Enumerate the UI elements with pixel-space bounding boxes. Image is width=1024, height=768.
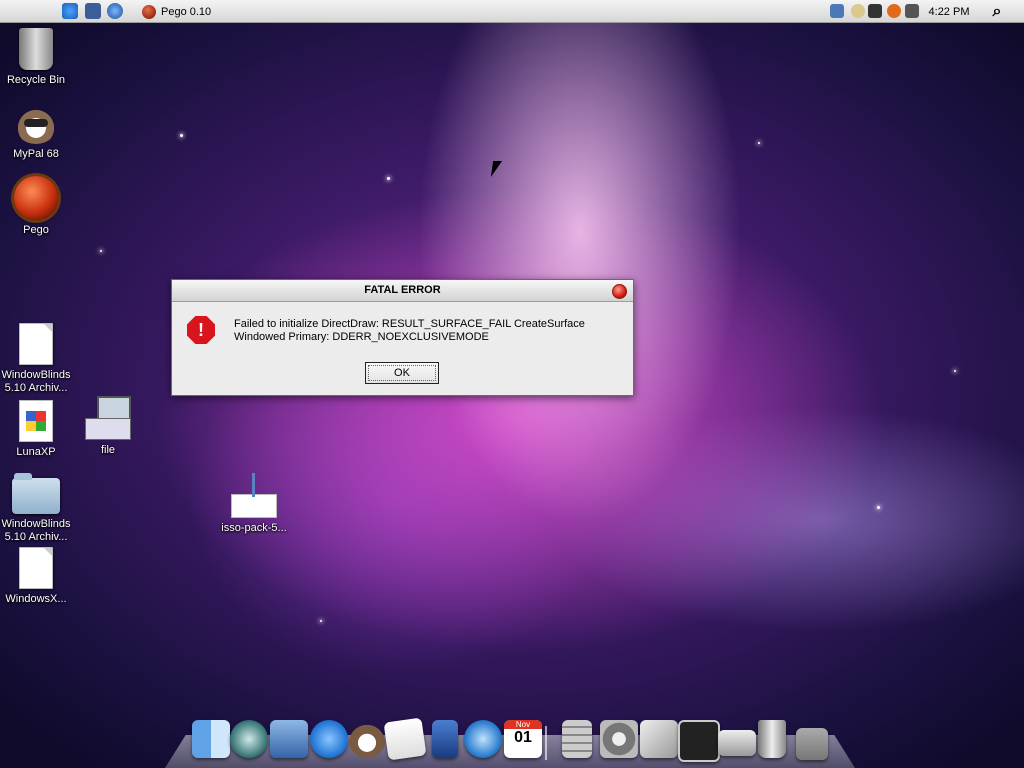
- star: [100, 250, 102, 252]
- fatal-error-dialog: FATAL ERROR ! Failed to initialize Direc…: [171, 279, 634, 396]
- calendar-day: 01: [514, 729, 532, 746]
- close-icon[interactable]: [612, 284, 627, 299]
- star: [758, 142, 760, 144]
- desktop-icon-recycle-bin[interactable]: Recycle Bin: [0, 28, 72, 87]
- desktop-icon-label: LunaXP: [16, 446, 56, 458]
- star: [877, 506, 880, 509]
- magnifier-tool-icon[interactable]: [887, 4, 901, 18]
- utilities-icon[interactable]: [640, 720, 678, 758]
- star: [387, 177, 390, 180]
- time-machine-icon[interactable]: [230, 720, 268, 758]
- desktop-icon-lunaxp[interactable]: LunaXP: [0, 400, 72, 459]
- spotlight-search-icon[interactable]: ⌕: [988, 3, 1006, 20]
- mouse-cursor-icon: [490, 161, 503, 177]
- internet-explorer-icon[interactable]: [62, 3, 78, 19]
- desktop-icon-mypal[interactable]: MyPal 68: [0, 104, 72, 161]
- show-desktop-icon[interactable]: [85, 3, 101, 19]
- active-app-label: Pego 0.10: [161, 5, 212, 18]
- apple-icon[interactable]: [20, 3, 38, 20]
- luna-image-icon: [19, 400, 53, 442]
- desktop-icon-label: Recycle Bin: [6, 74, 66, 86]
- system-preferences-icon[interactable]: [600, 720, 638, 758]
- star: [320, 620, 322, 622]
- dialog-message: Failed to initialize DirectDraw: RESULT_…: [234, 318, 585, 343]
- raccoon-icon: [14, 104, 58, 144]
- document-icon: [19, 323, 53, 365]
- film-strip-icon[interactable]: [432, 720, 458, 758]
- recycle-bin-icon: [19, 28, 53, 70]
- calculator-icon[interactable]: [562, 720, 592, 758]
- finder-icon[interactable]: [192, 720, 230, 758]
- quicktime-icon[interactable]: [464, 720, 502, 758]
- downloads-stack-icon[interactable]: [796, 728, 828, 760]
- network-icon[interactable]: [905, 4, 919, 18]
- volume-icon[interactable]: [851, 4, 865, 18]
- ok-button[interactable]: OK: [365, 362, 439, 384]
- desktop-icon-label: file: [100, 444, 116, 456]
- desktop-icon-isso-pack[interactable]: isso-pack-5...: [218, 473, 290, 535]
- trash-icon[interactable]: [758, 720, 786, 758]
- battery-icon[interactable]: [868, 4, 882, 18]
- desktop-icon-label: Pego: [23, 224, 49, 236]
- internet-explorer-icon[interactable]: [310, 720, 348, 758]
- text-edit-icon[interactable]: [383, 717, 427, 761]
- mail-stamp-icon[interactable]: [270, 720, 308, 758]
- desktop-icon-file[interactable]: file: [72, 396, 144, 457]
- menu-bar: Pego 0.10 4:22 PM ⌕: [0, 0, 1024, 23]
- error-stop-icon: !: [187, 316, 215, 344]
- desktop-icon-label: WindowBlinds 5.10 Archiv...: [1, 518, 71, 543]
- desktop-icon-label: WindowBlinds 5.10 Archiv...: [1, 369, 71, 394]
- star: [180, 134, 183, 137]
- envelope-icon: [231, 473, 277, 518]
- calendar-month: Nov: [504, 720, 542, 729]
- active-app-pego[interactable]: Pego 0.10: [142, 3, 211, 20]
- menubar-clock[interactable]: 4:22 PM: [928, 3, 970, 20]
- media-player-icon[interactable]: [107, 3, 123, 19]
- desktop-icon-pego[interactable]: Pego: [0, 176, 72, 237]
- folder-icon: [12, 473, 60, 514]
- document-icon: [19, 547, 53, 589]
- desktop-icon-windowsx[interactable]: WindowsX...: [0, 547, 72, 606]
- desktop-icon-label: isso-pack-5...: [221, 522, 287, 534]
- keyboard-icon[interactable]: [830, 4, 844, 18]
- dialog-title[interactable]: FATAL ERROR: [172, 280, 633, 302]
- desktop-icon-windowblinds-archive-doc[interactable]: WindowBlinds 5.10 Archiv...: [0, 323, 72, 395]
- calendar-icon[interactable]: Nov 01: [504, 720, 542, 758]
- desktop-icon-label: WindowsX...: [5, 593, 67, 605]
- computer-icon: [85, 396, 131, 440]
- dock-separator: [545, 726, 547, 760]
- raccoon-icon[interactable]: [348, 720, 386, 758]
- console-icon[interactable]: [678, 720, 720, 762]
- pego-icon: [142, 4, 156, 19]
- pego-ball-icon: [14, 176, 58, 220]
- drive-icon[interactable]: [718, 730, 756, 756]
- star: [954, 370, 956, 372]
- desktop-icon-label: MyPal 68: [13, 148, 59, 160]
- desktop-icon-windowblinds-archive-folder[interactable]: WindowBlinds 5.10 Archiv...: [0, 473, 72, 544]
